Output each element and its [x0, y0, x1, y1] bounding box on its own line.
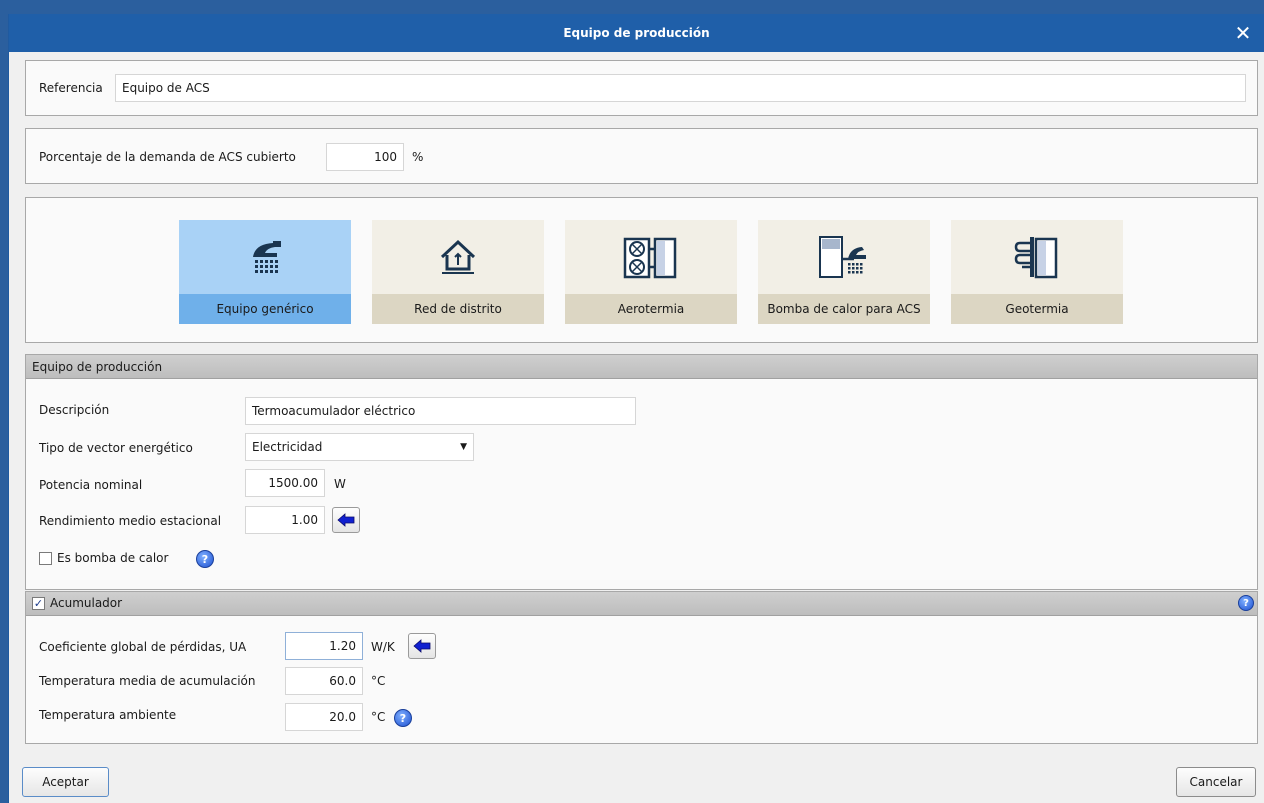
close-icon[interactable]: ✕ [1232, 22, 1254, 44]
efficiency-input[interactable]: 1.00 [245, 506, 325, 534]
power-value: 1500.00 [268, 476, 318, 490]
heat-pump-label: Es bomba de calor [57, 551, 169, 565]
production-section-title: Equipo de producción [32, 359, 163, 374]
equipment-type-panel: Equipo genérico Red de distrito Aeroterm… [25, 197, 1258, 343]
loss-coef-arrow-button[interactable] [408, 633, 436, 659]
demand-panel: Porcentaje de la demanda de ACS cubierto… [25, 128, 1258, 184]
vector-select[interactable]: Electricidad ▼ [245, 433, 474, 461]
avg-temp-value: 60.0 [329, 674, 356, 688]
production-section-header: Equipo de producción [26, 355, 1257, 379]
tile-label: Red de distrito [414, 302, 502, 316]
power-label: Potencia nominal [39, 478, 143, 492]
reference-label: Referencia [39, 81, 103, 95]
title-bar: Equipo de producción ✕ [9, 14, 1264, 52]
left-arrow-icon [337, 513, 355, 527]
ambient-temp-label: Temperatura ambiente [39, 708, 177, 722]
description-value: Termoacumulador eléctrico [252, 404, 416, 418]
tile-label: Geotermia [1005, 302, 1069, 316]
heat-pump-checkbox[interactable] [39, 552, 52, 565]
avg-temp-unit: °C [371, 674, 386, 688]
help-icon[interactable]: ? [394, 709, 412, 727]
aerothermal-unit-icon [623, 237, 677, 279]
vector-value: Electricidad [252, 440, 323, 454]
efficiency-label: Rendimiento medio estacional [39, 514, 222, 528]
efficiency-arrow-button[interactable] [332, 507, 360, 533]
avg-temp-label: Temperatura media de acumulación [39, 674, 256, 688]
accept-label: Aceptar [42, 775, 89, 789]
demand-input[interactable]: 100 [326, 143, 404, 171]
tile-equipo-generico[interactable]: Equipo genérico [179, 220, 351, 324]
efficiency-value: 1.00 [291, 513, 318, 527]
tile-red-de-distrito[interactable]: Red de distrito [372, 220, 544, 324]
district-network-icon [440, 239, 476, 274]
production-section: Equipo de producción Descripción Termoac… [25, 354, 1258, 590]
ambient-temp-unit: °C [371, 710, 386, 724]
reference-panel: Referencia Equipo de ACS [25, 60, 1258, 116]
loss-coef-label: Coeficiente global de pérdidas, UA [39, 640, 247, 654]
tile-label: Aerotermia [617, 302, 685, 316]
demand-value: 100 [374, 150, 397, 164]
cancel-label: Cancelar [1189, 775, 1243, 789]
reference-value: Equipo de ACS [122, 81, 210, 95]
description-input[interactable]: Termoacumulador eléctrico [245, 397, 636, 425]
loss-coef-input[interactable]: 1.20 [285, 632, 363, 660]
power-unit: W [334, 477, 346, 491]
ambient-temp-value: 20.0 [329, 710, 356, 724]
accept-button[interactable]: Aceptar [22, 767, 109, 797]
left-arrow-icon [413, 639, 431, 653]
cancel-button[interactable]: Cancelar [1176, 767, 1256, 797]
help-icon[interactable]: ? [196, 550, 214, 568]
chevron-down-icon: ▼ [460, 442, 467, 452]
demand-label: Porcentaje de la demanda de ACS cubierto [39, 150, 296, 164]
dialog-title: Equipo de producción [563, 26, 710, 40]
tile-geotermia[interactable]: Geotermia [951, 220, 1123, 324]
description-label: Descripción [39, 403, 110, 417]
vector-label: Tipo de vector energético [39, 441, 193, 455]
reference-input[interactable]: Equipo de ACS [115, 74, 1246, 102]
dialog-window: Equipo de producción ✕ Referencia Equipo… [8, 14, 1264, 803]
accumulator-title: Acumulador [50, 596, 123, 610]
demand-unit: % [412, 150, 424, 164]
accumulator-checkbox[interactable]: ✓ [32, 597, 45, 610]
heat-pump-dhw-icon [819, 236, 866, 278]
shower-icon [253, 241, 281, 273]
accumulator-section: ✓ Acumulador ? Coeficiente global de pér… [25, 591, 1258, 744]
accumulator-section-header: ✓ Acumulador ? [26, 592, 1257, 616]
avg-temp-input[interactable]: 60.0 [285, 667, 363, 695]
tile-label: Bomba de calor para ACS [767, 302, 921, 316]
geothermal-icon [1014, 237, 1058, 279]
help-icon[interactable]: ? [1238, 595, 1254, 611]
tile-bomba-de-calor-acs[interactable]: Bomba de calor para ACS [758, 220, 930, 324]
loss-coef-unit: W/K [371, 640, 395, 654]
loss-coef-value: 1.20 [329, 639, 356, 653]
tile-label: Equipo genérico [216, 302, 314, 316]
ambient-temp-input[interactable]: 20.0 [285, 703, 363, 731]
tile-aerotermia[interactable]: Aerotermia [565, 220, 737, 324]
power-input[interactable]: 1500.00 [245, 469, 325, 497]
